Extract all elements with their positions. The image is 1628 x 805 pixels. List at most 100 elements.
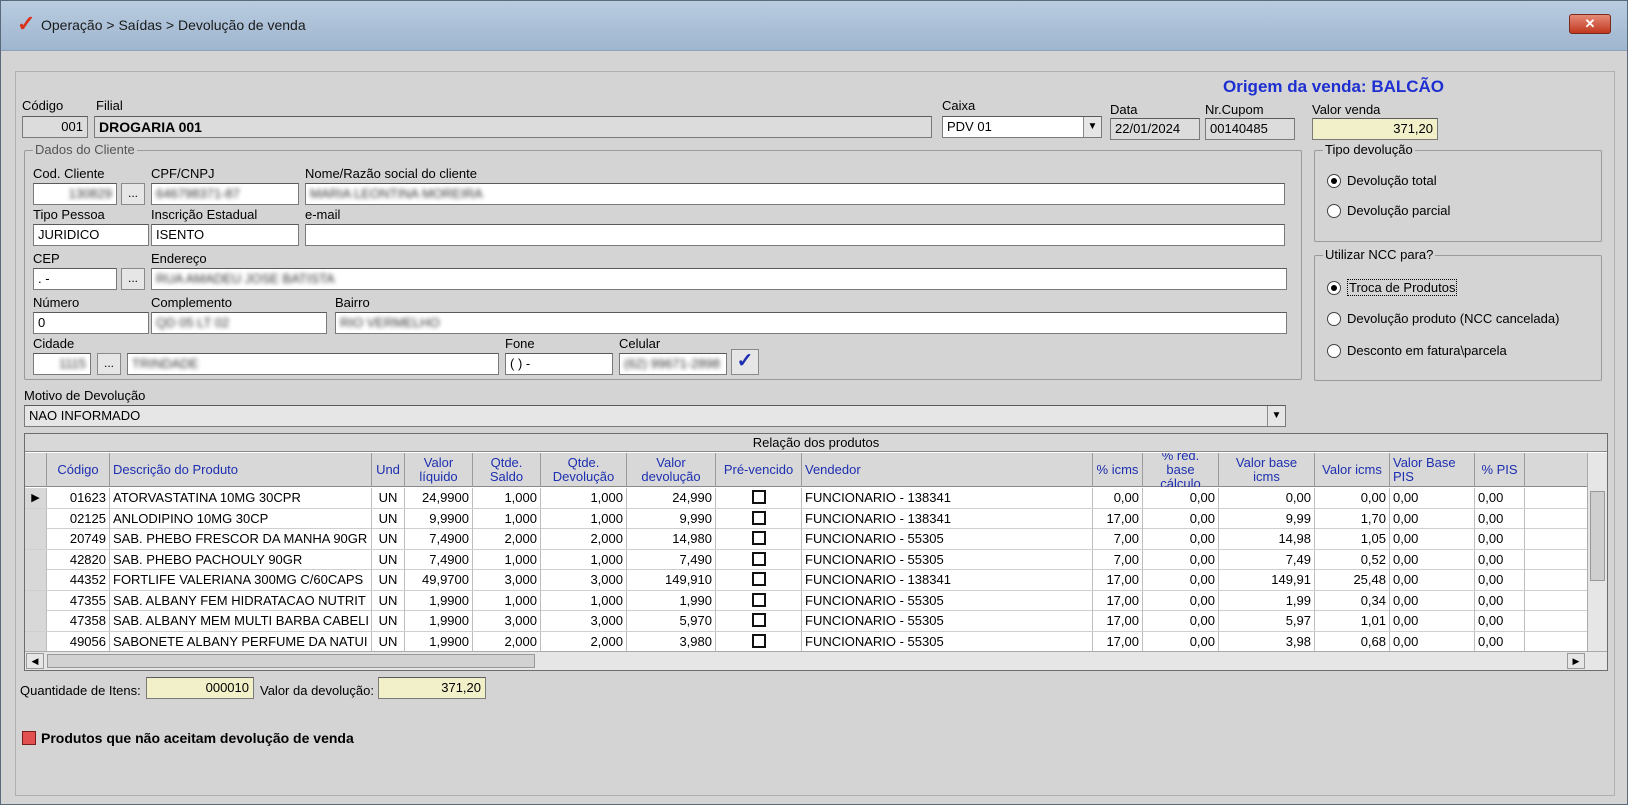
table-cell[interactable]: 1,000: [541, 488, 627, 508]
table-cell[interactable]: SAB. PHEBO PACHOULY 90GR: [110, 549, 372, 570]
table-cell[interactable]: 24,990: [627, 488, 716, 508]
table-cell[interactable]: 0,00: [1390, 611, 1475, 631]
table-cell[interactable]: 0,00: [1390, 570, 1475, 590]
table-cell[interactable]: 1,9900: [405, 611, 473, 631]
table-row[interactable]: ▶ 01623 ATORVASTATINA 10MG 30CPR UN 24,9900 1…: [25, 488, 1589, 509]
tipo-pessoa-field[interactable]: JURIDICO: [33, 224, 149, 246]
filial-field[interactable]: DROGARIA 001: [94, 116, 932, 138]
column-header[interactable]: Qtde. Devolução: [541, 453, 627, 487]
chevron-down-icon[interactable]: ▼: [1267, 406, 1285, 426]
cep-field[interactable]: . -: [33, 268, 117, 290]
table-cell[interactable]: 7,4900: [405, 529, 473, 549]
table-cell[interactable]: UN: [372, 549, 405, 570]
cpf-field[interactable]: 646798371-87: [151, 183, 299, 205]
motivo-select[interactable]: NAO INFORMADO ▼: [24, 405, 1286, 427]
table-cell[interactable]: FUNCIONARIO - 138341: [802, 488, 1093, 508]
codigo-field[interactable]: 001: [22, 116, 88, 138]
checkbox-icon[interactable]: [751, 490, 766, 504]
table-cell[interactable]: 17,00: [1093, 611, 1143, 631]
table-cell[interactable]: 3,98: [1219, 631, 1315, 652]
pre-vencido-checkbox[interactable]: [716, 590, 802, 611]
table-row[interactable]: 47358 SAB. ALBANY MEM MULTI BARBA CABELI U…: [25, 611, 1589, 632]
table-cell[interactable]: 0,00: [1143, 488, 1219, 508]
row-indicator[interactable]: [25, 570, 47, 590]
radio-icon[interactable]: [1327, 312, 1341, 326]
table-cell[interactable]: 0,00: [1475, 529, 1525, 549]
table-cell[interactable]: 0,00: [1475, 590, 1525, 611]
table-cell[interactable]: 0,00: [1143, 549, 1219, 570]
radio-devolucao-parcial[interactable]: Devolução parcial: [1327, 203, 1450, 218]
table-cell[interactable]: 17,00: [1093, 570, 1143, 590]
table-cell[interactable]: 1,01: [1315, 611, 1390, 631]
column-header[interactable]: Valor base icms: [1219, 453, 1315, 487]
scroll-right-icon[interactable]: ▶: [1567, 653, 1585, 669]
checkbox-icon[interactable]: [751, 613, 766, 627]
bairro-field[interactable]: RIO VERMELHO: [335, 312, 1287, 334]
pre-vencido-checkbox[interactable]: [716, 549, 802, 570]
pre-vencido-checkbox[interactable]: [716, 508, 802, 529]
column-header[interactable]: % PIS: [1475, 453, 1525, 487]
table-cell[interactable]: 7,00: [1093, 549, 1143, 570]
table-cell[interactable]: 2,000: [473, 529, 541, 549]
table-cell[interactable]: SAB. PHEBO FRESCOR DA MANHA 90GR: [110, 529, 372, 549]
table-cell[interactable]: 0,00: [1143, 570, 1219, 590]
radio-desconto-fatura[interactable]: Desconto em fatura\parcela: [1327, 343, 1507, 358]
table-cell[interactable]: 9,990: [627, 508, 716, 529]
table-cell[interactable]: 149,91: [1219, 570, 1315, 590]
table-cell[interactable]: 0,00: [1143, 611, 1219, 631]
radio-icon[interactable]: [1327, 281, 1341, 295]
table-cell[interactable]: 3,000: [541, 570, 627, 590]
table-cell[interactable]: 0,00: [1475, 508, 1525, 529]
table-row[interactable]: 47355 SAB. ALBANY FEM HIDRATACAO NUTRIT UN…: [25, 590, 1589, 611]
table-cell[interactable]: 1,70: [1315, 508, 1390, 529]
table-cell[interactable]: 1,000: [473, 488, 541, 508]
table-cell[interactable]: SAB. ALBANY MEM MULTI BARBA CABELI: [110, 611, 372, 631]
radio-icon[interactable]: [1327, 344, 1341, 358]
table-cell[interactable]: SABONETE ALBANY PERFUME DA NATUI: [110, 631, 372, 652]
table-cell[interactable]: 1,990: [627, 590, 716, 611]
cupom-field[interactable]: 00140485: [1205, 118, 1295, 140]
table-cell[interactable]: 49056: [47, 631, 110, 652]
column-header[interactable]: Valor líquido: [405, 453, 473, 487]
table-cell[interactable]: 0,00: [1390, 529, 1475, 549]
pre-vencido-checkbox[interactable]: [716, 570, 802, 590]
valor-devolucao-field[interactable]: 371,20: [378, 677, 486, 699]
pre-vencido-checkbox[interactable]: [716, 611, 802, 631]
table-row[interactable]: 02125 ANLODIPINO 10MG 30CP UN 9,9900 1,000 1,…: [25, 508, 1589, 529]
numero-field[interactable]: 0: [33, 312, 149, 334]
checkbox-icon[interactable]: [751, 633, 766, 648]
table-cell[interactable]: 1,000: [473, 590, 541, 611]
table-cell[interactable]: 20749: [47, 529, 110, 549]
table-cell[interactable]: 0,00: [1475, 631, 1525, 652]
table-row[interactable]: 20749 SAB. PHEBO FRESCOR DA MANHA 90GR UN 7…: [25, 529, 1589, 550]
table-cell[interactable]: 0,00: [1475, 488, 1525, 508]
table-cell[interactable]: 3,000: [473, 611, 541, 631]
row-indicator[interactable]: [25, 590, 47, 611]
fone-field[interactable]: ( ) -: [505, 353, 613, 375]
table-cell[interactable]: 0,00: [1475, 549, 1525, 570]
table-cell[interactable]: 7,49: [1219, 549, 1315, 570]
celular-field[interactable]: (62) 99671-2898: [619, 353, 727, 375]
table-row[interactable]: 44352 FORTLIFE VALERIANA 300MG C/60CAPS UN…: [25, 570, 1589, 591]
checkbox-icon[interactable]: [751, 592, 766, 607]
table-cell[interactable]: ATORVASTATINA 10MG 30CPR: [110, 488, 372, 508]
cidade-name-field[interactable]: TRINDADE: [127, 353, 499, 375]
email-field[interactable]: [305, 224, 1285, 246]
cep-search-button[interactable]: ...: [121, 268, 145, 290]
scroll-thumb[interactable]: [1590, 491, 1605, 581]
table-cell[interactable]: 01623: [47, 488, 110, 508]
table-cell[interactable]: 9,9900: [405, 508, 473, 529]
row-indicator[interactable]: [25, 549, 47, 570]
table-cell[interactable]: 42820: [47, 549, 110, 570]
table-cell[interactable]: 24,9900: [405, 488, 473, 508]
table-cell[interactable]: 1,05: [1315, 529, 1390, 549]
table-cell[interactable]: 47355: [47, 590, 110, 611]
table-cell[interactable]: UN: [372, 508, 405, 529]
table-cell[interactable]: 1,000: [541, 590, 627, 611]
column-header[interactable]: Valor devolução: [627, 453, 716, 487]
nome-field[interactable]: MARIA LEONTINA MOREIRA: [305, 183, 1285, 205]
cod-cliente-search-button[interactable]: ...: [121, 183, 145, 205]
table-cell[interactable]: 25,48: [1315, 570, 1390, 590]
column-header[interactable]: Und: [372, 453, 405, 487]
table-cell[interactable]: 44352: [47, 570, 110, 590]
